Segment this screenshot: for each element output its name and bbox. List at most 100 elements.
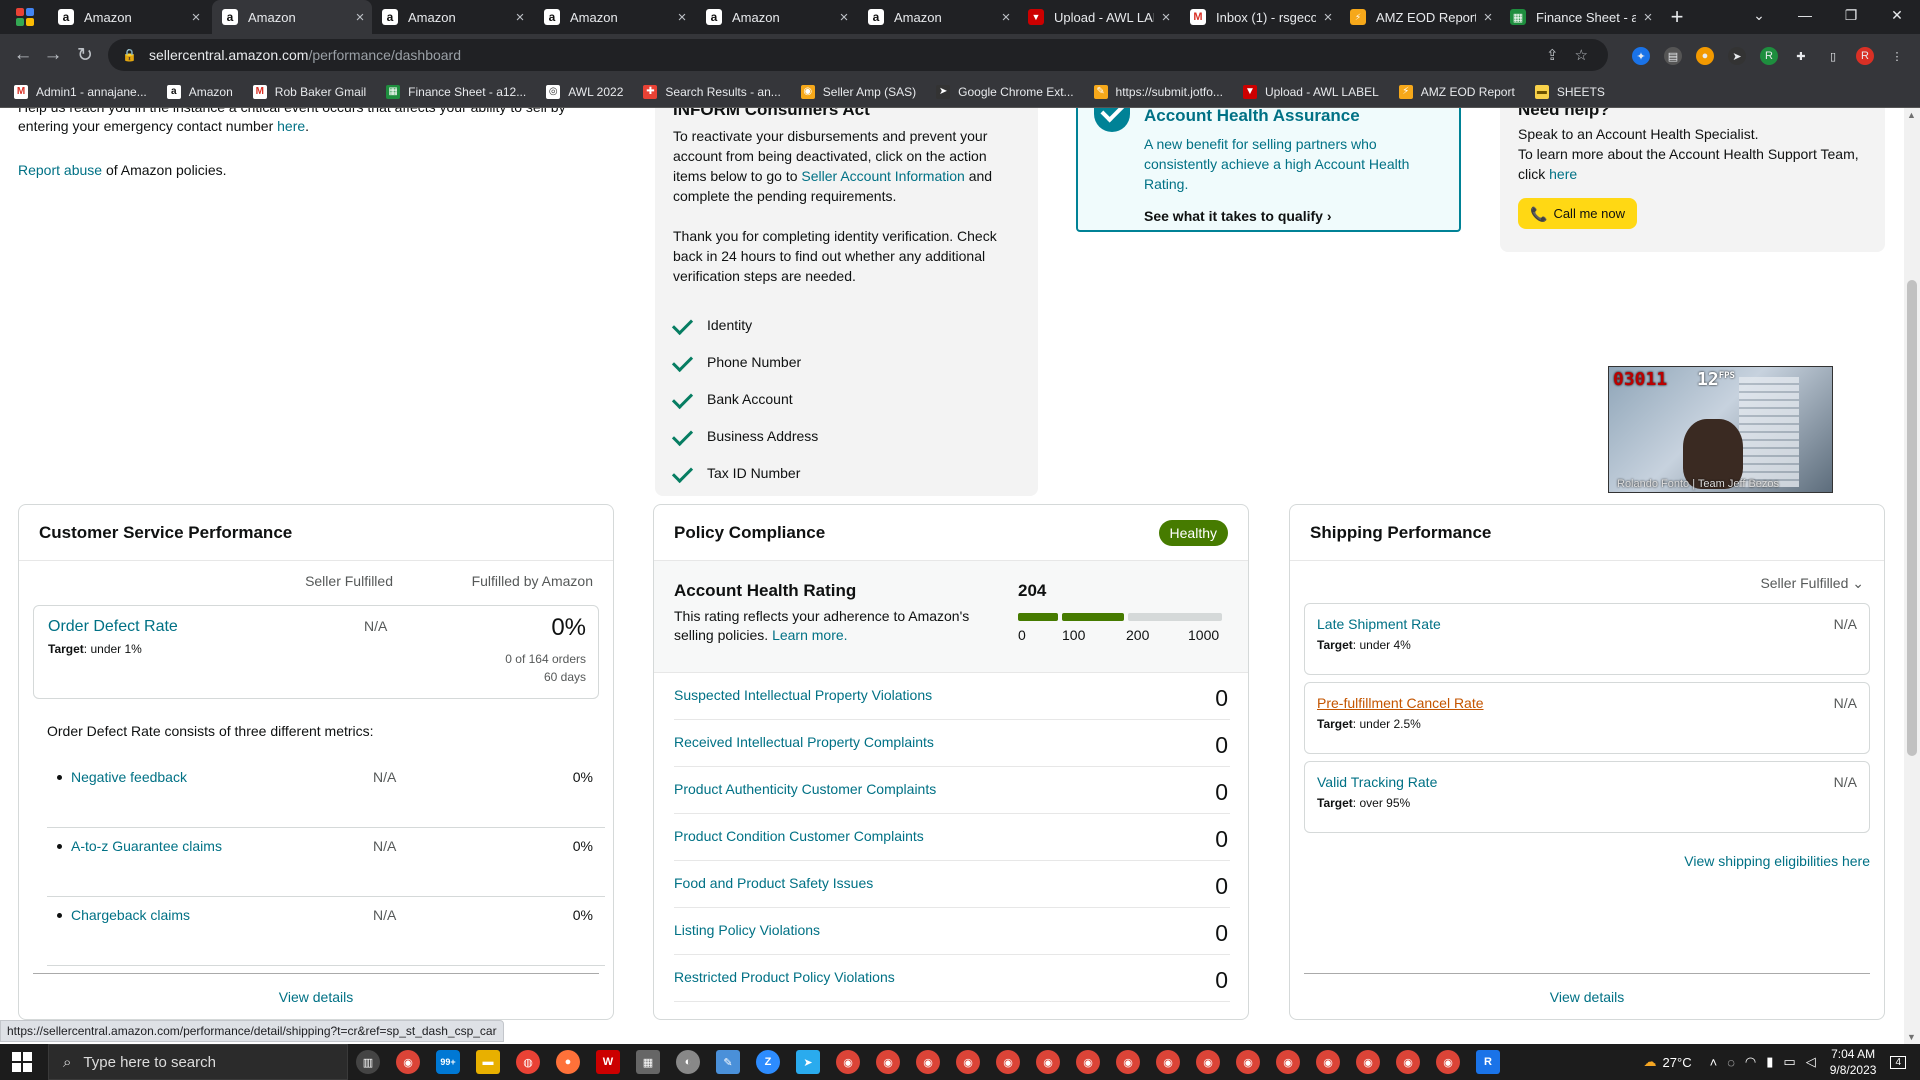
reload-button[interactable]: ↻ (70, 40, 100, 70)
metric-link[interactable]: Chargeback claims (56, 907, 190, 923)
browser-tab[interactable]: a Amazon × (534, 0, 694, 34)
page-scrollbar[interactable]: ▲ ▼ (1904, 108, 1920, 1044)
bookmark-item[interactable]: a Amazon (166, 84, 233, 99)
shipping-eligibilities-link[interactable]: View shipping eligibilities here (1684, 853, 1870, 869)
browser-tab[interactable]: a Amazon × (372, 0, 532, 34)
minimize-button[interactable]: — (1782, 0, 1828, 30)
bookmark-item[interactable]: ▼ Upload - AWL LABEL (1242, 84, 1379, 99)
browser-tab[interactable]: a Amazon × (858, 0, 1018, 34)
policy-violation-link[interactable]: Suspected Intellectual Property Violatio… (674, 687, 932, 703)
bookmark-item[interactable]: ◉ Seller Amp (SAS) (800, 84, 916, 99)
browser-tab[interactable]: M Inbox (1) - rsgeco × (1180, 0, 1340, 34)
shipping-metric-link[interactable]: Valid Tracking Rate (1317, 774, 1437, 790)
profile-avatar[interactable]: R (1856, 47, 1874, 65)
chrome-profile-5-icon[interactable]: ◉ (996, 1050, 1020, 1074)
notification-icon[interactable]: 4 (1890, 1055, 1906, 1069)
bookmark-item[interactable]: M Rob Baker Gmail (252, 84, 366, 99)
extension-icon[interactable]: ✦ (1632, 47, 1650, 65)
notepad-icon[interactable]: ✎ (716, 1050, 740, 1074)
extension-arrow-icon[interactable]: ➤ (1728, 47, 1746, 65)
shipping-view-details-link[interactable]: View details (1550, 989, 1624, 1005)
bookmark-item[interactable]: ➤ Google Chrome Ext... (936, 84, 1074, 99)
file-explorer-icon[interactable]: ▬ (476, 1050, 500, 1074)
chrome-profile-16-icon[interactable]: ◉ (1436, 1050, 1460, 1074)
windows-start-icon[interactable] (12, 1052, 32, 1072)
chrome-profile-6-icon[interactable]: ◉ (1036, 1050, 1060, 1074)
chrome-profile-3-icon[interactable]: ◉ (916, 1050, 940, 1074)
weather-icon[interactable]: ☁ (1644, 1054, 1657, 1070)
mail-taskbar-icon[interactable]: 99+ (436, 1050, 460, 1074)
bookmark-item[interactable]: ◎ AWL 2022 (546, 84, 623, 99)
browser-tab[interactable]: a Amazon × (48, 0, 208, 34)
bookmark-item[interactable]: ✎ https://submit.jotfo... (1093, 84, 1223, 99)
scroll-down-icon[interactable]: ▼ (1907, 1032, 1916, 1042)
chrome-profile-9-icon[interactable]: ◉ (1156, 1050, 1180, 1074)
tab-close-icon[interactable]: × (1476, 9, 1500, 26)
firefox-icon[interactable]: ● (556, 1050, 580, 1074)
close-window-button[interactable]: ✕ (1874, 0, 1920, 30)
app-launcher-icon[interactable] (16, 8, 34, 26)
taskbar-search[interactable]: ⌕ Type here to search (48, 1044, 348, 1080)
network-icon[interactable]: ◌ (1727, 1055, 1735, 1070)
task-view-icon[interactable]: ▥ (356, 1050, 380, 1074)
wifi-icon[interactable]: ◠ (1745, 1054, 1756, 1070)
tray-chevron-icon[interactable]: ˄ (1710, 1055, 1718, 1070)
chrome-profile-7-icon[interactable]: ◉ (1076, 1050, 1100, 1074)
learn-more-link[interactable]: Learn more. (772, 627, 847, 643)
order-defect-rate-link[interactable]: Order Defect Rate (48, 618, 178, 635)
webcam-overlay[interactable]: 03011 12FPS Rolando Fonto | Team Jeff Be… (1608, 366, 1833, 493)
scroll-up-icon[interactable]: ▲ (1907, 110, 1916, 120)
bookmark-item[interactable]: ✚ Search Results - an... (643, 84, 781, 99)
tab-close-icon[interactable]: × (508, 9, 532, 26)
bookmark-item[interactable]: M Admin1 - annajane... (14, 84, 147, 99)
microphone-icon[interactable]: ▮ (1766, 1054, 1773, 1070)
chrome-taskbar-icon[interactable]: ◉ (396, 1050, 420, 1074)
policy-violation-link[interactable]: Received Intellectual Property Complaint… (674, 734, 934, 750)
chrome-profile-8-icon[interactable]: ◉ (1116, 1050, 1140, 1074)
tab-close-icon[interactable]: × (184, 9, 208, 26)
chrome-profile-11-icon[interactable]: ◉ (1236, 1050, 1260, 1074)
back-button[interactable]: ← (8, 40, 38, 70)
extension-off-icon[interactable]: ▤ (1664, 47, 1682, 65)
tab-close-icon[interactable]: × (670, 9, 694, 26)
chrome-profile-2-icon[interactable]: ◉ (876, 1050, 900, 1074)
chrome-profile-10-icon[interactable]: ◉ (1196, 1050, 1220, 1074)
browser-tab[interactable]: ⚡ AMZ EOD Report × (1340, 0, 1500, 34)
browser-tab[interactable]: a Amazon × (696, 0, 856, 34)
restore-button[interactable]: ❐ (1828, 0, 1874, 30)
bookmark-item[interactable]: ▦ Finance Sheet - a12... (386, 84, 526, 99)
forward-button[interactable]: → (38, 40, 68, 70)
new-tab-button[interactable]: + (1660, 0, 1694, 34)
app-r-icon[interactable]: R (1476, 1050, 1500, 1074)
extensions-puzzle-icon[interactable]: ✚ (1792, 47, 1810, 65)
bookmark-item[interactable]: ▬ SHEETS (1534, 84, 1605, 99)
cs-view-details-link[interactable]: View details (279, 989, 353, 1005)
chrome-profile-1-icon[interactable]: ◉ (836, 1050, 860, 1074)
policy-violation-link[interactable]: Food and Product Safety Issues (674, 875, 873, 891)
weather-temperature[interactable]: 27°C (1663, 1055, 1692, 1070)
share-icon[interactable]: ⇪ (1546, 46, 1559, 64)
browser-tab[interactable]: ▼ Upload - AWL LAB × (1018, 0, 1178, 34)
calculator-icon[interactable]: ▦ (636, 1050, 660, 1074)
policy-violation-link[interactable]: Product Authenticity Customer Complaints (674, 781, 936, 797)
policy-violation-link[interactable]: Product Condition Customer Complaints (674, 828, 924, 844)
zoom-icon[interactable]: Z (756, 1050, 780, 1074)
shipping-metric-link[interactable]: Pre-fulfillment Cancel Rate (1317, 695, 1484, 711)
extension-r-icon[interactable]: R (1760, 47, 1778, 65)
volume-icon[interactable]: ◁ (1806, 1054, 1816, 1070)
tab-close-icon[interactable]: × (832, 9, 856, 26)
tab-close-icon[interactable]: × (348, 9, 372, 26)
tab-close-icon[interactable]: × (994, 9, 1018, 26)
tab-close-icon[interactable]: × (1154, 9, 1178, 26)
taskbar-clock[interactable]: 7:04 AM 9/8/2023 (1830, 1046, 1877, 1078)
address-bar[interactable]: 🔒 sellercentral.amazon.com/performance/d… (108, 39, 1608, 71)
metric-link[interactable]: A-to-z Guarantee claims (57, 838, 222, 854)
scrollbar-thumb[interactable] (1907, 280, 1917, 756)
chrome-profile-12-icon[interactable]: ◉ (1276, 1050, 1300, 1074)
side-panel-icon[interactable]: ▯ (1824, 47, 1842, 65)
fulfillment-selector[interactable]: Seller Fulfilled ⌄ (1760, 575, 1864, 592)
call-me-now-button[interactable]: 📞 Call me now (1518, 198, 1637, 229)
shipping-metric-link[interactable]: Late Shipment Rate (1317, 616, 1441, 632)
policy-violation-link[interactable]: Customer Product Reviews Policy Violatio… (674, 1016, 949, 1019)
browser-tab[interactable]: ▦ Finance Sheet - a × (1500, 0, 1660, 34)
